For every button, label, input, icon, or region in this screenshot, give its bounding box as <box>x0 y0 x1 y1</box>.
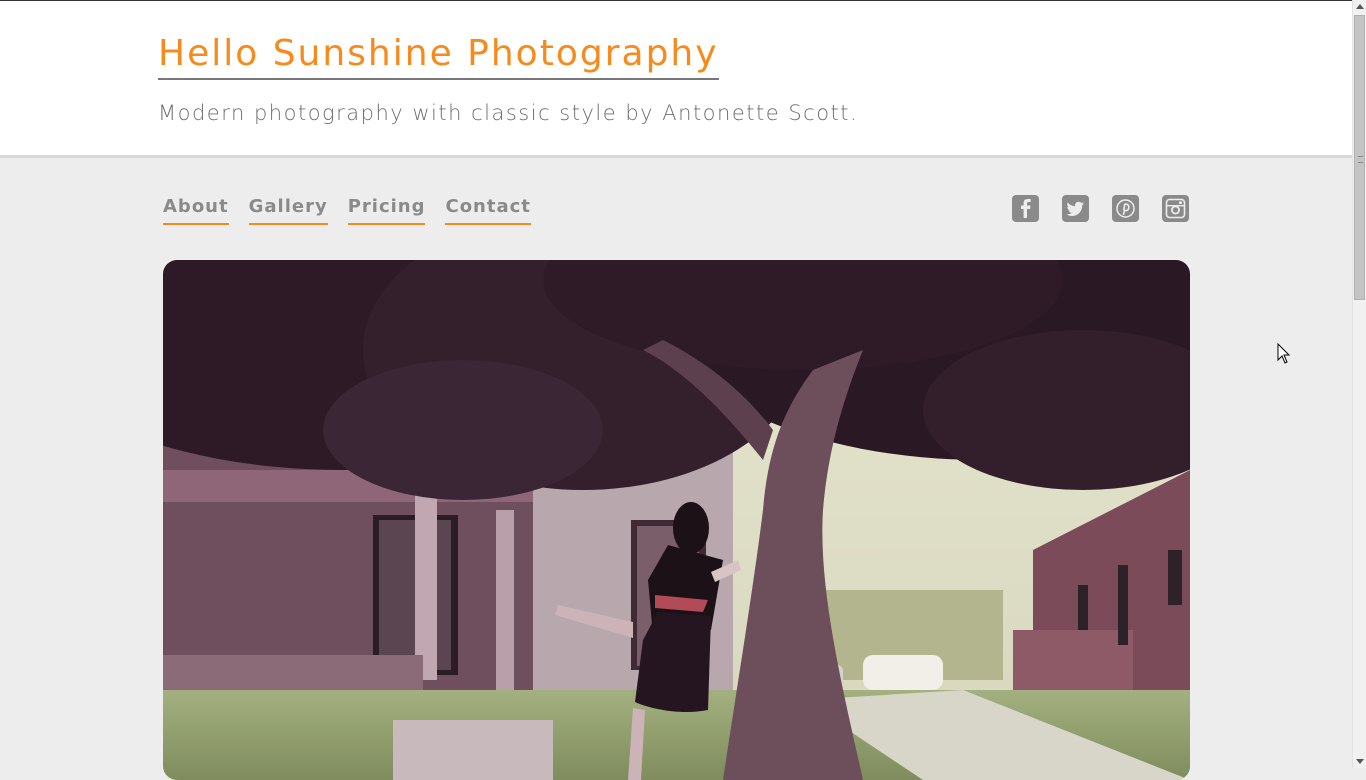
social-links <box>1012 195 1212 222</box>
twitter-icon[interactable] <box>1062 195 1089 222</box>
mouse-cursor-icon <box>1277 342 1291 369</box>
nav-link-contact[interactable]: Contact <box>445 195 531 225</box>
main-nav: About Gallery Pricing Contact <box>163 195 551 225</box>
nav-link-gallery[interactable]: Gallery <box>248 195 328 225</box>
pinterest-icon[interactable] <box>1112 195 1139 222</box>
facebook-icon[interactable] <box>1012 195 1039 222</box>
vertical-scrollbar[interactable] <box>1352 0 1366 768</box>
nav-link-pricing[interactable]: Pricing <box>347 195 426 225</box>
nav-link-about[interactable]: About <box>163 195 229 225</box>
site-header: Hello Sunshine Photography Modern photog… <box>0 1 1352 158</box>
site-tagline: Modern photography with classic style by… <box>158 101 859 125</box>
scrollbar-thumb[interactable] <box>1354 15 1365 300</box>
instagram-icon[interactable] <box>1162 195 1189 222</box>
hero-photo <box>163 260 1190 780</box>
scroll-down-arrow-icon[interactable] <box>1356 759 1364 764</box>
site-title-link[interactable]: Hello Sunshine Photography <box>158 33 719 80</box>
scroll-up-arrow-icon[interactable] <box>1356 4 1364 9</box>
scrollbar-grip-icon <box>1358 156 1363 163</box>
